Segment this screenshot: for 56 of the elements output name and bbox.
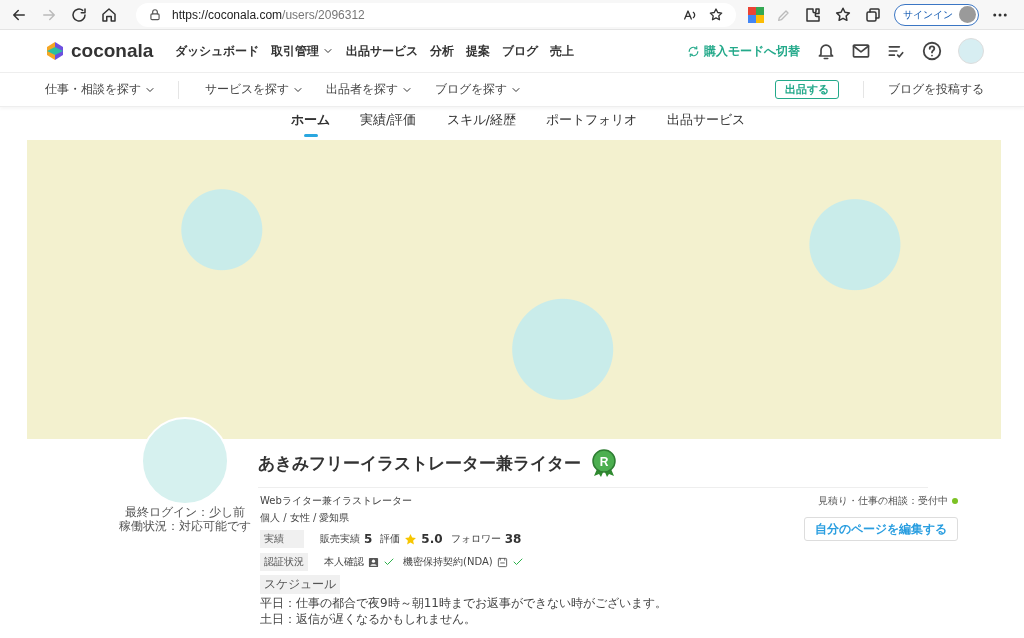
profile-tab[interactable]: 出品サービス — [666, 107, 745, 139]
schedule-text: 土日：返信が遅くなるかもしれません。 — [260, 611, 477, 627]
collections-icon[interactable] — [864, 5, 882, 24]
last-login-text: 最終ログイン：少し前 — [125, 505, 245, 519]
consult-status-text: 見積り・仕事の相談：受付中 — [818, 494, 948, 508]
nav-link[interactable]: 売上 — [550, 42, 575, 60]
favorite-add-icon[interactable] — [708, 6, 724, 23]
section-label: スケジュール — [260, 575, 340, 594]
star-icon — [404, 532, 418, 546]
profile-tab[interactable]: ポートフォリオ — [545, 107, 637, 139]
mail-icon[interactable] — [851, 41, 871, 61]
schedule-text: 平日：仕事の都合で夜9時～朝11時までお返事ができない時がございます。 — [260, 595, 668, 611]
nav-link[interactable]: ブログ — [502, 42, 539, 60]
refresh-icon — [687, 44, 700, 58]
nav-link[interactable]: 出品サービス — [346, 42, 419, 60]
bell-icon[interactable] — [816, 41, 836, 61]
profile-tab[interactable]: スキル/経歴 — [446, 107, 516, 139]
attributes-text: 個人 / 女性 / 愛知県 — [260, 511, 351, 525]
section-label: 実績 — [260, 530, 304, 548]
profile-tab[interactable]: ホーム — [291, 107, 331, 139]
verification-label: 機密保持契約(NDA) — [403, 555, 493, 569]
logo-text[interactable]: coconala — [71, 40, 154, 62]
post-blog-link[interactable]: ブログを投稿する — [863, 81, 984, 98]
section-label: 認証状況 — [260, 553, 308, 571]
id-card-icon — [368, 556, 379, 568]
nav-link[interactable]: 分析 — [430, 42, 455, 60]
stat-value: 5.0 — [421, 532, 443, 546]
document-icon — [496, 556, 508, 568]
tagline-text: Webライター兼イラストレーター — [260, 494, 413, 508]
work-status-text: 稼働状況：対応可能です — [119, 519, 251, 533]
logo-icon — [45, 41, 65, 61]
home-icon[interactable] — [100, 5, 118, 24]
help-icon[interactable] — [921, 40, 943, 62]
nav-link[interactable]: 出品者を探す — [326, 81, 413, 98]
stat-label: 評価 — [380, 532, 401, 546]
reload-icon[interactable] — [70, 5, 88, 24]
extension-icon[interactable] — [748, 6, 764, 23]
stat-label: 販売実績 — [320, 532, 360, 546]
stat-value: 38 — [504, 532, 522, 546]
sign-in-button[interactable]: サインイン — [894, 3, 979, 26]
profile-name: あきみフリーイラストレーター兼ライター — [258, 451, 581, 475]
profile-avatar-icon — [959, 6, 976, 23]
stat-label: フォロワー — [450, 532, 501, 546]
nav-link[interactable]: ブログを探す — [435, 81, 522, 98]
nav-link[interactable]: ダッシュボード — [175, 42, 260, 60]
address-bar[interactable]: https://coconala.com/users/2096312 — [136, 2, 736, 27]
verification-label: 本人確認 — [324, 555, 364, 569]
nav-link[interactable]: 取引管理 — [271, 42, 335, 60]
favorites-icon[interactable] — [834, 5, 852, 24]
stat-value: 5 — [364, 532, 373, 546]
nav-link[interactable]: 提案 — [466, 42, 491, 60]
lock-icon — [148, 7, 162, 22]
nav-link[interactable]: 仕事・相談を探す — [45, 81, 156, 98]
nav-link[interactable]: サービスを探す — [205, 81, 304, 98]
profile-tab[interactable]: 実績/評価 — [360, 107, 417, 139]
url-text: https://coconala.com/users/2096312 — [172, 7, 365, 22]
